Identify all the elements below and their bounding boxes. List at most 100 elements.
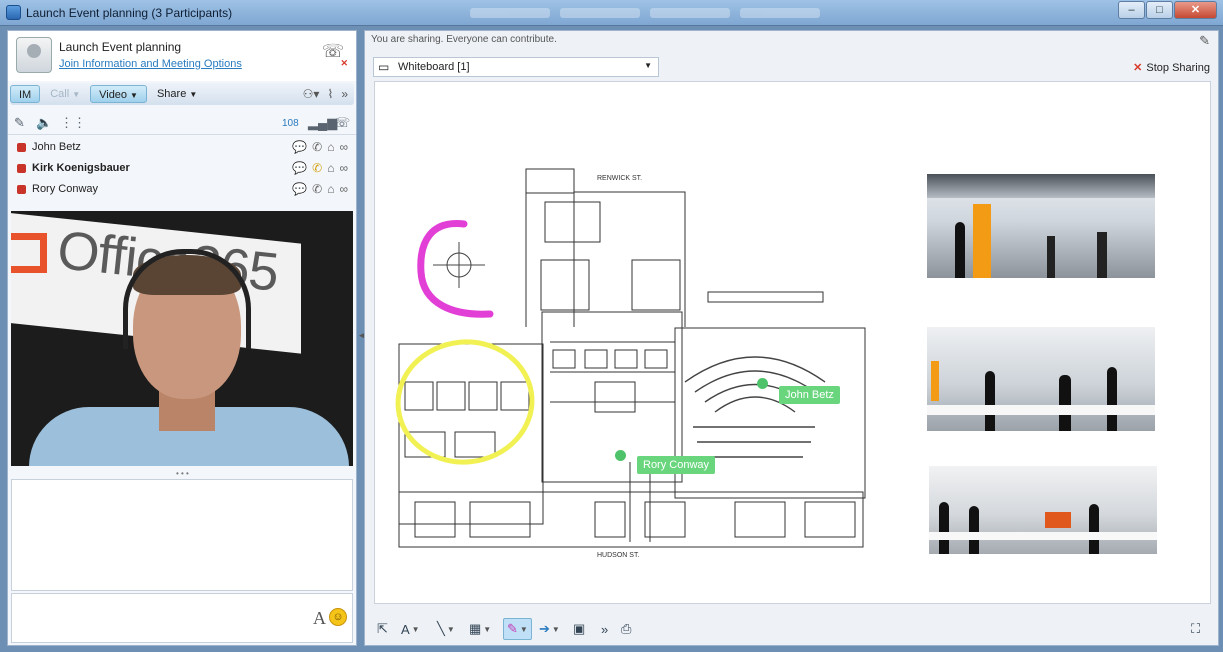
text-tool-icon[interactable]: A ▼: [401, 618, 420, 640]
join-information-link[interactable]: Join Information and Meeting Options: [59, 58, 242, 70]
chevron-down-icon: ▼: [189, 90, 198, 99]
insert-image-icon[interactable]: ▣: [573, 618, 585, 640]
background-taskbar: [470, 4, 930, 22]
emoticon-icon[interactable]: ☺: [329, 608, 347, 626]
call-label: Call: [50, 88, 70, 100]
save-image-icon[interactable]: ⎙: [621, 618, 631, 640]
arrow-tool-icon[interactable]: ➔ ▼: [539, 618, 560, 640]
more-options-icon[interactable]: »: [341, 87, 348, 101]
presence-status-icon: [17, 143, 26, 152]
video-icon[interactable]: ∞: [339, 182, 348, 196]
hang-up-icon[interactable]: ☏: [320, 41, 348, 69]
font-button[interactable]: A: [313, 608, 326, 629]
participant-row[interactable]: John Betz 💬 ✆ ⌂ ∞: [8, 137, 356, 158]
stop-sharing-label: Stop Sharing: [1146, 62, 1210, 74]
im-icon[interactable]: 💬: [292, 182, 307, 196]
chat-history[interactable]: [11, 479, 353, 591]
call-button[interactable]: Call ▼: [42, 85, 88, 103]
app-icon: [6, 5, 21, 20]
share-icon[interactable]: ⌂: [327, 140, 334, 154]
maximize-button[interactable]: □: [1146, 1, 1173, 19]
dialpad-icon[interactable]: ⋮⋮: [60, 115, 86, 131]
presence-status-icon: [17, 185, 26, 194]
signal-bars-icon: ▂▄▆: [308, 115, 338, 130]
minimize-button[interactable]: –: [1118, 1, 1145, 19]
call-controls-icon[interactable]: ☏: [334, 115, 350, 131]
phone-icon[interactable]: ✆: [312, 140, 322, 154]
more-tools-icon[interactable]: »: [601, 618, 608, 640]
chevron-down-icon: ▼: [130, 91, 138, 100]
share-icon[interactable]: ⌂: [327, 182, 334, 196]
line-tool-icon[interactable]: ╲ ▼: [437, 618, 455, 640]
message-compose-box[interactable]: A ☺: [11, 593, 353, 643]
audio-tools-bar: ✎ 🔈 ⋮⋮ 108 ▂▄▆ ☏: [8, 113, 356, 135]
share-button[interactable]: Share ▼: [149, 85, 205, 103]
mute-icon[interactable]: ✎: [14, 115, 25, 131]
conversation-header: Launch Event planning Join Information a…: [8, 31, 356, 81]
presence-status-icon: [17, 164, 26, 173]
phone-icon[interactable]: ✆: [312, 161, 322, 175]
conversation-title: Launch Event planning: [59, 40, 182, 54]
chevron-down-icon: ▼: [446, 624, 455, 634]
video-icon[interactable]: ∞: [339, 140, 348, 154]
pen-tool-icon[interactable]: ✎ ▼: [503, 618, 532, 640]
whiteboard-icon: ▭: [378, 60, 390, 74]
office-logo-icon: [11, 233, 47, 273]
venue-photo[interactable]: [927, 174, 1155, 278]
conversation-avatar: [16, 37, 52, 73]
venue-photo[interactable]: [929, 466, 1157, 554]
sharing-status-text: You are sharing. Everyone can contribute…: [371, 34, 557, 45]
people-options-icon[interactable]: ⚇▾: [303, 87, 320, 101]
share-label: Share: [156, 88, 187, 100]
participant-row[interactable]: Rory Conway 💬 ✆ ⌂ ∞: [8, 179, 356, 200]
chevron-down-icon: ▼: [644, 61, 652, 70]
window-title-bar: Launch Event planning (3 Participants) –…: [0, 0, 1223, 26]
im-icon[interactable]: 💬: [292, 140, 307, 154]
im-button[interactable]: IM: [10, 85, 41, 103]
content-selector-dropdown[interactable]: ▭ Whiteboard [1] ▼: [373, 57, 659, 77]
fullscreen-icon[interactable]: ⛶: [1191, 618, 1200, 640]
content-selector-label: Whiteboard [1]: [398, 61, 470, 73]
attachment-icon[interactable]: ⌇: [327, 87, 333, 101]
conversation-pane: Launch Event planning Join Information a…: [7, 30, 357, 646]
resize-grip[interactable]: • • •: [176, 469, 189, 478]
pointer-label-rory: Rory Conway: [637, 456, 716, 474]
venue-photo[interactable]: [927, 327, 1155, 431]
window-controls: – □ ✕: [1118, 1, 1217, 19]
participant-list: John Betz 💬 ✆ ⌂ ∞ Kirk Koenigsbauer 💬 ✆ …: [8, 137, 356, 200]
pointer-dot: [757, 378, 768, 389]
phone-icon[interactable]: ✆: [312, 182, 322, 196]
video-feed[interactable]: Office365: [11, 211, 353, 466]
content-stage: You are sharing. Everyone can contribute…: [364, 30, 1219, 646]
video-button[interactable]: Video ▼: [90, 85, 147, 103]
select-tool-icon[interactable]: ⇱: [377, 618, 388, 640]
video-icon[interactable]: ∞: [339, 161, 348, 175]
pen-icon[interactable]: ✎: [1199, 33, 1210, 49]
modality-extra-buttons: ⚇▾ ⌇ »: [303, 87, 354, 101]
stop-sharing-button[interactable]: ✕ Stop Sharing: [1133, 61, 1210, 74]
whiteboard-toolbar: ⇱ A ▼ ╲ ▼ ▦ ▼ ✎ ▼ ➔ ▼ ▣ » ⎙ ⛶: [365, 614, 1218, 644]
chevron-down-icon: ▼: [72, 90, 81, 99]
participant-name: Kirk Koenigsbauer: [32, 162, 130, 174]
volume-level: 108: [282, 118, 299, 129]
participant-actions: 💬 ✆ ⌂ ∞: [292, 140, 348, 154]
chevron-down-icon: ▼: [483, 624, 492, 634]
stamp-tool-icon[interactable]: ▦ ▼: [469, 618, 491, 640]
participant-actions: 💬 ✆ ⌂ ∞: [292, 161, 348, 175]
chevron-down-icon: ▼: [411, 624, 420, 634]
pointer-dot: [615, 450, 626, 461]
video-label: Video: [99, 89, 128, 101]
im-label: IM: [19, 89, 32, 101]
share-icon[interactable]: ⌂: [327, 161, 334, 175]
whiteboard-canvas[interactable]: RENWICK ST. HUDSON ST. John Betz Rory Co…: [374, 81, 1211, 604]
speaker-icon[interactable]: 🔈: [36, 115, 52, 131]
chevron-down-icon: ▼: [519, 624, 528, 634]
participant-row[interactable]: Kirk Koenigsbauer 💬 ✆ ⌂ ∞: [8, 158, 356, 179]
close-icon: ✕: [1133, 62, 1143, 74]
participant-actions: 💬 ✆ ⌂ ∞: [292, 182, 348, 196]
modality-toolbar: IM Call ▼ Video ▼ Share ▼ ⚇▾ ⌇ »: [10, 83, 354, 105]
pointer-label-john: John Betz: [779, 386, 840, 404]
participant-name: Rory Conway: [32, 183, 99, 195]
close-button[interactable]: ✕: [1174, 1, 1217, 19]
im-icon[interactable]: 💬: [292, 161, 307, 175]
